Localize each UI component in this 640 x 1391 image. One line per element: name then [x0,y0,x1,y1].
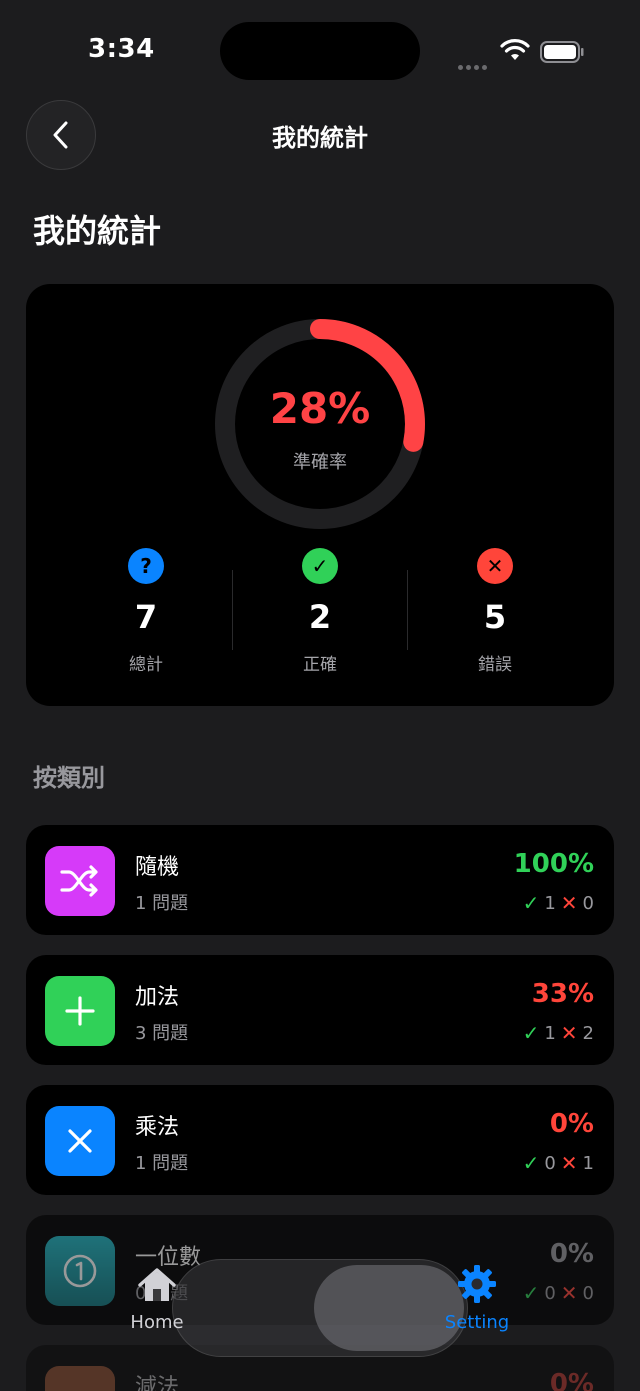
category-row-multiplication[interactable]: 乘法 1 問題 0% ✓ 0 ✕ 1 [26,1085,614,1195]
category-tally: ✓ 0 ✕ 0 [523,1281,594,1305]
correct-count: 0 [544,1282,556,1304]
stat-total: ? 7 總計 [58,548,234,675]
page-title: 我的統計 [33,212,162,250]
shuffle-icon [45,846,115,916]
category-row-addition[interactable]: 加法 3 問題 33% ✓ 1 ✕ 2 [26,955,614,1065]
check-icon: ✓ [522,1021,540,1045]
stat-total-value: 7 [134,598,158,636]
category-tally: ✓ 1 ✕ 0 [523,891,594,915]
tab-setting-label: Setting [444,1312,510,1333]
wrong-count: 0 [582,892,594,914]
check-icon: ✓ [522,891,540,915]
category-row-random[interactable]: 隨機 1 問題 100% ✓ 1 ✕ 0 [26,825,614,935]
category-count: 3 問題 [135,1023,189,1044]
accuracy-label: 準確率 [293,452,347,473]
xmark-icon: ✕ [560,891,578,915]
house-icon [138,1268,176,1301]
correct-count: 1 [544,892,556,914]
wrong-count: 0 [582,1282,594,1304]
stat-correct-value: 2 [308,598,332,636]
correct-count: 1 [544,1022,556,1044]
gear-icon [458,1265,496,1303]
stat-correct: ✓ 2 正確 [232,548,408,675]
xmark-icon: ✕ [477,548,513,584]
question-icon: ? [128,548,164,584]
category-count: 1 問題 [135,1153,189,1174]
cellular-signal-icon [458,55,490,70]
stat-wrong-label: 錯誤 [478,655,512,675]
tab-setting[interactable]: Setting [422,1262,532,1333]
summary-card: 28% 準確率 ? 7 總計 ✓ 2 正確 ✕ 5 錯誤 [26,284,614,706]
stat-correct-label: 正確 [303,655,337,675]
category-percent: 0% [549,1369,594,1391]
category-tally: ✓ 1 ✕ 2 [523,1021,594,1045]
multiply-icon [45,1106,115,1176]
wrong-count: 2 [582,1022,594,1044]
category-percent: 0% [549,1109,594,1139]
xmark-icon: ✕ [560,1281,578,1305]
section-title-by-category: 按類別 [33,764,105,792]
category-percent: 100% [513,849,594,879]
tab-home-label: Home [130,1312,184,1333]
category-name: 隨機 [135,855,180,880]
nav-title: 我的統計 [272,124,368,152]
category-name: 減法 [135,1375,180,1391]
category-percent: 0% [549,1239,594,1269]
stat-wrong: ✕ 5 錯誤 [407,548,583,675]
status-bar: 3:34 [0,0,640,100]
stat-wrong-value: 5 [483,598,507,636]
status-time: 3:34 [88,34,155,64]
xmark-icon: ✕ [560,1021,578,1045]
category-tally: ✓ 0 ✕ 1 [523,1151,594,1175]
wrong-count: 1 [582,1152,594,1174]
category-percent: 33% [531,979,594,1009]
battery-icon [540,41,584,63]
minus-icon [45,1366,115,1391]
stat-total-label: 總計 [129,655,163,675]
check-icon: ✓ [302,548,338,584]
wifi-icon [500,39,530,60]
category-name: 乘法 [135,1115,180,1140]
correct-count: 0 [544,1152,556,1174]
plus-icon [45,976,115,1046]
category-name: 加法 [135,985,180,1010]
category-count: 1 問題 [135,893,189,914]
tab-home[interactable]: Home [102,1262,212,1333]
xmark-icon: ✕ [560,1151,578,1175]
accuracy-percent: 28% [269,384,371,433]
dynamic-island [220,22,420,80]
check-icon: ✓ [522,1151,540,1175]
